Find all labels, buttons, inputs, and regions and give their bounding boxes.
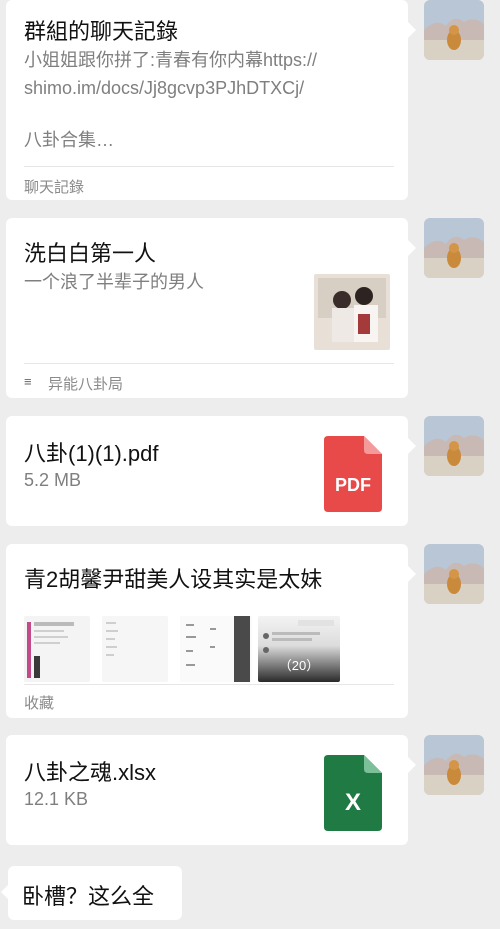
pdf-file-card[interactable]: 八卦(1)(1).pdf 5.2 MB PDF [6,416,416,526]
favorites-thumbnail [180,616,252,682]
app-source-icon: ≡ [24,374,32,389]
chat-history-preview-line: 小姐姐跟你拼了:青春有你内幕https:// [24,50,318,70]
chat-history-title: 群組的聊天記錄 [24,19,179,44]
article-source: 异能八卦局 [48,376,124,393]
article-card[interactable]: 洗白白第一人 一个浪了半辈子的男人 ≡ 异能八卦局 [6,218,416,398]
favorites-image-count: （20） [278,658,320,673]
chat-history-preview-line: shimo.im/docs/Jj8gcvp3PJhDTXCj/ [24,78,305,98]
article-title: 洗白白第一人 [24,241,157,266]
favorites-thumbnail [102,616,168,682]
favorites-title: 青2胡馨尹甜美人设其实是太妹 [24,567,323,592]
pdf-file-size: 5.2 MB [24,470,82,490]
sender-avatar[interactable] [424,416,484,476]
sender-avatar[interactable] [424,0,484,60]
xlsx-file-icon-label: X [344,789,361,816]
sender-avatar[interactable] [424,218,484,278]
divider [24,166,394,167]
pdf-file-name: 八卦(1)(1).pdf [24,441,159,466]
sender-avatar[interactable] [424,544,484,604]
pdf-file-icon: PDF [324,436,382,512]
divider [24,684,394,685]
reply-bubble[interactable]: 卧槽？这么全 [1,866,182,920]
reply-text: 卧槽？这么全 [22,884,155,909]
article-thumbnail [314,274,390,350]
sender-avatar[interactable] [424,735,484,795]
favorites-footer: 收藏 [24,695,55,712]
pdf-file-icon-label: PDF [335,475,371,495]
xlsx-file-icon: X [324,755,382,831]
favorites-thumbnail [24,616,90,682]
xlsx-file-size: 12.1 KB [24,789,89,809]
divider [24,363,394,364]
xlsx-file-name: 八卦之魂.xlsx [24,760,157,785]
chat-history-card[interactable]: 群組的聊天記錄 小姐姐跟你拼了:青春有你内幕https:// shimo.im/… [6,0,416,200]
chat-history-footer: 聊天記錄 [24,179,85,196]
favorites-thumbnail: （20） [258,616,340,682]
article-description: 一个浪了半辈子的男人 [24,272,204,292]
favorites-card[interactable]: 青2胡馨尹甜美人设其实是太妹 （20） 收藏 [6,544,416,718]
xlsx-file-card[interactable]: 八卦之魂.xlsx 12.1 KB X [6,735,416,845]
chat-history-preview-line: 八卦合集… [24,130,114,150]
